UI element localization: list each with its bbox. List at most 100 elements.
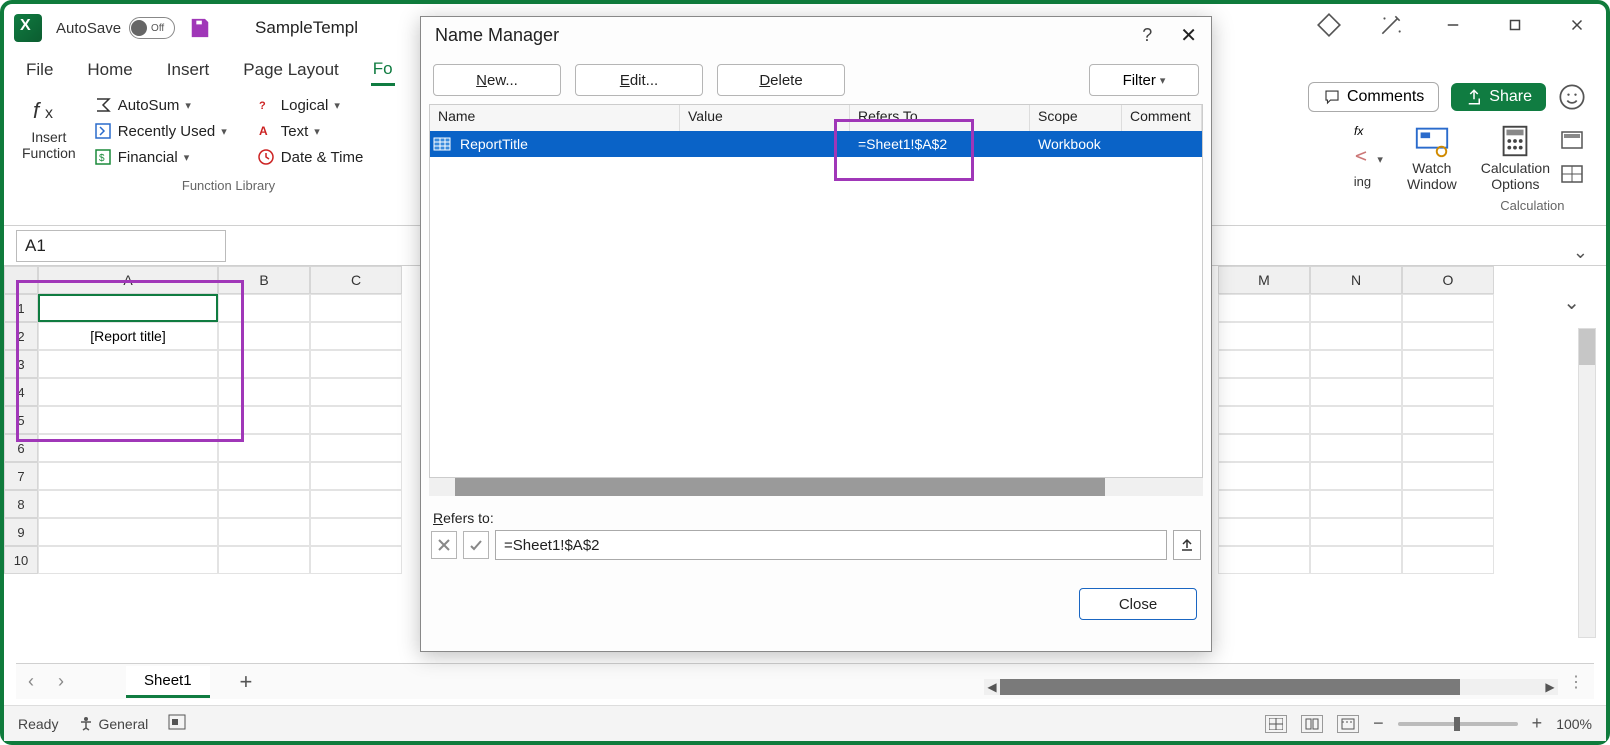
- cell[interactable]: [218, 350, 310, 378]
- cell[interactable]: [218, 378, 310, 406]
- cell[interactable]: [1218, 294, 1310, 322]
- add-sheet-button[interactable]: +: [240, 669, 253, 695]
- zoom-slider[interactable]: [1398, 722, 1518, 726]
- cell[interactable]: [218, 462, 310, 490]
- name-box[interactable]: A1: [16, 230, 226, 262]
- close-button[interactable]: Close: [1079, 588, 1197, 620]
- tab-home[interactable]: Home: [85, 56, 134, 84]
- cell[interactable]: [1402, 518, 1494, 546]
- comments-button[interactable]: Comments: [1308, 82, 1439, 112]
- table-empty-area[interactable]: [430, 157, 1202, 477]
- cell[interactable]: [1402, 378, 1494, 406]
- date-time-button[interactable]: Date & Time: [257, 148, 364, 166]
- vertical-scrollbar[interactable]: [1578, 328, 1596, 638]
- cell[interactable]: [218, 406, 310, 434]
- watch-window-button[interactable]: Watch Window: [1407, 124, 1457, 192]
- cell[interactable]: [1402, 546, 1494, 574]
- cell[interactable]: [1310, 350, 1402, 378]
- tab-formulas[interactable]: Fo: [371, 55, 395, 86]
- horizontal-scrollbar[interactable]: ◀ ▶: [984, 679, 1558, 695]
- scroll-right-icon[interactable]: ▶: [1542, 679, 1558, 695]
- cell[interactable]: [1310, 322, 1402, 350]
- col-header-value[interactable]: Value: [680, 105, 850, 131]
- calc-now-icon[interactable]: [1560, 130, 1584, 150]
- row-header[interactable]: 1: [4, 294, 38, 322]
- cell[interactable]: [218, 490, 310, 518]
- col-header[interactable]: M: [1218, 266, 1310, 294]
- tab-file[interactable]: File: [24, 56, 55, 84]
- scroll-left-icon[interactable]: ◀: [984, 679, 1000, 695]
- cell[interactable]: [38, 518, 218, 546]
- cell[interactable]: [38, 490, 218, 518]
- cell[interactable]: [38, 546, 218, 574]
- accessibility-icon[interactable]: General: [78, 716, 148, 732]
- cell[interactable]: [218, 322, 310, 350]
- cell[interactable]: [1310, 378, 1402, 406]
- sheet-nav-next[interactable]: ›: [46, 671, 76, 692]
- col-header-refers[interactable]: Refers To: [850, 105, 1030, 131]
- scroll-thumb[interactable]: [1579, 329, 1595, 365]
- sheet-tabs-menu[interactable]: ⋮: [1568, 672, 1584, 692]
- cell[interactable]: [1310, 294, 1402, 322]
- cell[interactable]: [310, 406, 402, 434]
- col-header-scope[interactable]: Scope: [1030, 105, 1122, 131]
- cell[interactable]: [218, 546, 310, 574]
- cell[interactable]: [38, 434, 218, 462]
- cell[interactable]: [38, 406, 218, 434]
- row-header[interactable]: 2: [4, 322, 38, 350]
- zoom-out-button[interactable]: −: [1373, 713, 1384, 734]
- cell[interactable]: [310, 294, 402, 322]
- cell[interactable]: [1402, 434, 1494, 462]
- cell-a2[interactable]: [Report title]: [38, 322, 218, 350]
- sheet-tab-active[interactable]: Sheet1: [126, 666, 210, 698]
- cell[interactable]: [38, 378, 218, 406]
- ribbon-collapse-icon[interactable]: ⌄: [1573, 242, 1588, 263]
- refers-accept-button[interactable]: [463, 531, 489, 559]
- cell[interactable]: [1310, 434, 1402, 462]
- edit-button[interactable]: Edit...: [575, 64, 703, 96]
- cell[interactable]: [1218, 518, 1310, 546]
- autosum-button[interactable]: AutoSum▾: [94, 96, 227, 114]
- cell[interactable]: [1310, 462, 1402, 490]
- tab-page-layout[interactable]: Page Layout: [241, 56, 340, 84]
- dialog-hscroll[interactable]: [429, 478, 1203, 496]
- filter-button[interactable]: Filter▾: [1089, 64, 1199, 96]
- recently-used-button[interactable]: Recently Used▾: [94, 122, 227, 140]
- zoom-knob[interactable]: [1454, 717, 1460, 731]
- cell[interactable]: [310, 434, 402, 462]
- zoom-level[interactable]: 100%: [1556, 716, 1592, 732]
- refers-cancel-button[interactable]: [431, 531, 457, 559]
- cell[interactable]: [310, 546, 402, 574]
- row-header[interactable]: 4: [4, 378, 38, 406]
- save-icon[interactable]: [189, 17, 211, 39]
- col-header[interactable]: A: [38, 266, 218, 294]
- cell[interactable]: [1218, 406, 1310, 434]
- col-header-comment[interactable]: Comment: [1122, 105, 1202, 131]
- cell[interactable]: [310, 322, 402, 350]
- cell[interactable]: [218, 434, 310, 462]
- cell[interactable]: [1218, 462, 1310, 490]
- row-header[interactable]: 3: [4, 350, 38, 378]
- cell[interactable]: [1402, 490, 1494, 518]
- refers-to-input[interactable]: [495, 530, 1167, 560]
- cell[interactable]: [218, 518, 310, 546]
- maximize-button[interactable]: [1500, 10, 1530, 40]
- cell[interactable]: [218, 294, 310, 322]
- cell[interactable]: [310, 490, 402, 518]
- logical-button[interactable]: ?Logical▾: [257, 96, 364, 114]
- table-row[interactable]: ReportTitle =Sheet1!$A$2 Workbook: [430, 131, 1202, 157]
- row-header[interactable]: 7: [4, 462, 38, 490]
- cell[interactable]: [1402, 294, 1494, 322]
- view-normal-icon[interactable]: [1265, 715, 1287, 733]
- calc-sheet-icon[interactable]: [1560, 164, 1584, 184]
- cell[interactable]: [1402, 462, 1494, 490]
- col-header-name[interactable]: Name: [430, 105, 680, 131]
- row-header[interactable]: 5: [4, 406, 38, 434]
- share-button[interactable]: Share: [1451, 83, 1546, 111]
- cell[interactable]: [1310, 518, 1402, 546]
- cell[interactable]: [1218, 490, 1310, 518]
- dialog-titlebar[interactable]: Name Manager ? ✕: [421, 17, 1211, 56]
- view-page-layout-icon[interactable]: [1301, 715, 1323, 733]
- copilot-icon[interactable]: [1314, 10, 1344, 40]
- cell[interactable]: [310, 518, 402, 546]
